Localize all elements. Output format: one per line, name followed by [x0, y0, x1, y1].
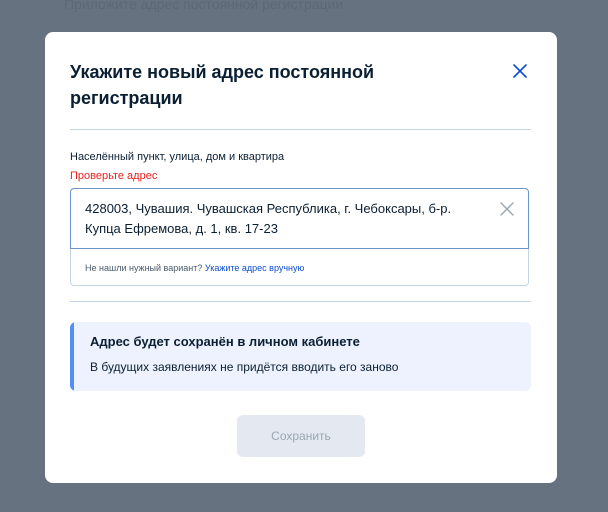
divider: [70, 301, 531, 302]
save-button[interactable]: Сохранить: [237, 415, 365, 457]
address-field-label: Населённый пункт, улица, дом и квартира: [70, 151, 285, 163]
address-suggestion-box: 428003, Чувашия. Чувашская Республика, г…: [70, 188, 529, 286]
address-input-value[interactable]: 428003, Чувашия. Чувашская Республика, г…: [85, 199, 485, 239]
hint-text: Не нашли нужный вариант?: [85, 263, 203, 273]
info-card: Адрес будет сохранён в личном кабинете В…: [70, 322, 531, 391]
manual-address-hint: Не нашли нужный вариант? Укажите адрес в…: [85, 263, 304, 273]
close-icon[interactable]: [510, 61, 530, 81]
address-modal: Укажите новый адрес постоянной регистрац…: [45, 32, 557, 483]
info-text: В будущих заявлениях не придётся вводить…: [90, 360, 399, 374]
address-input[interactable]: 428003, Чувашия. Чувашская Республика, г…: [70, 188, 529, 249]
manual-address-link[interactable]: Укажите адрес вручную: [205, 263, 304, 273]
info-title: Адрес будет сохранён в личном кабинете: [90, 334, 360, 349]
background-text: Приложите адрес постоянной регистрации: [64, 0, 344, 12]
divider: [70, 129, 531, 130]
address-error: Проверьте адрес: [70, 170, 158, 182]
info-accent-bar: [70, 322, 74, 391]
clear-icon[interactable]: [499, 201, 515, 217]
modal-title: Укажите новый адрес постоянной регистрац…: [70, 62, 375, 108]
